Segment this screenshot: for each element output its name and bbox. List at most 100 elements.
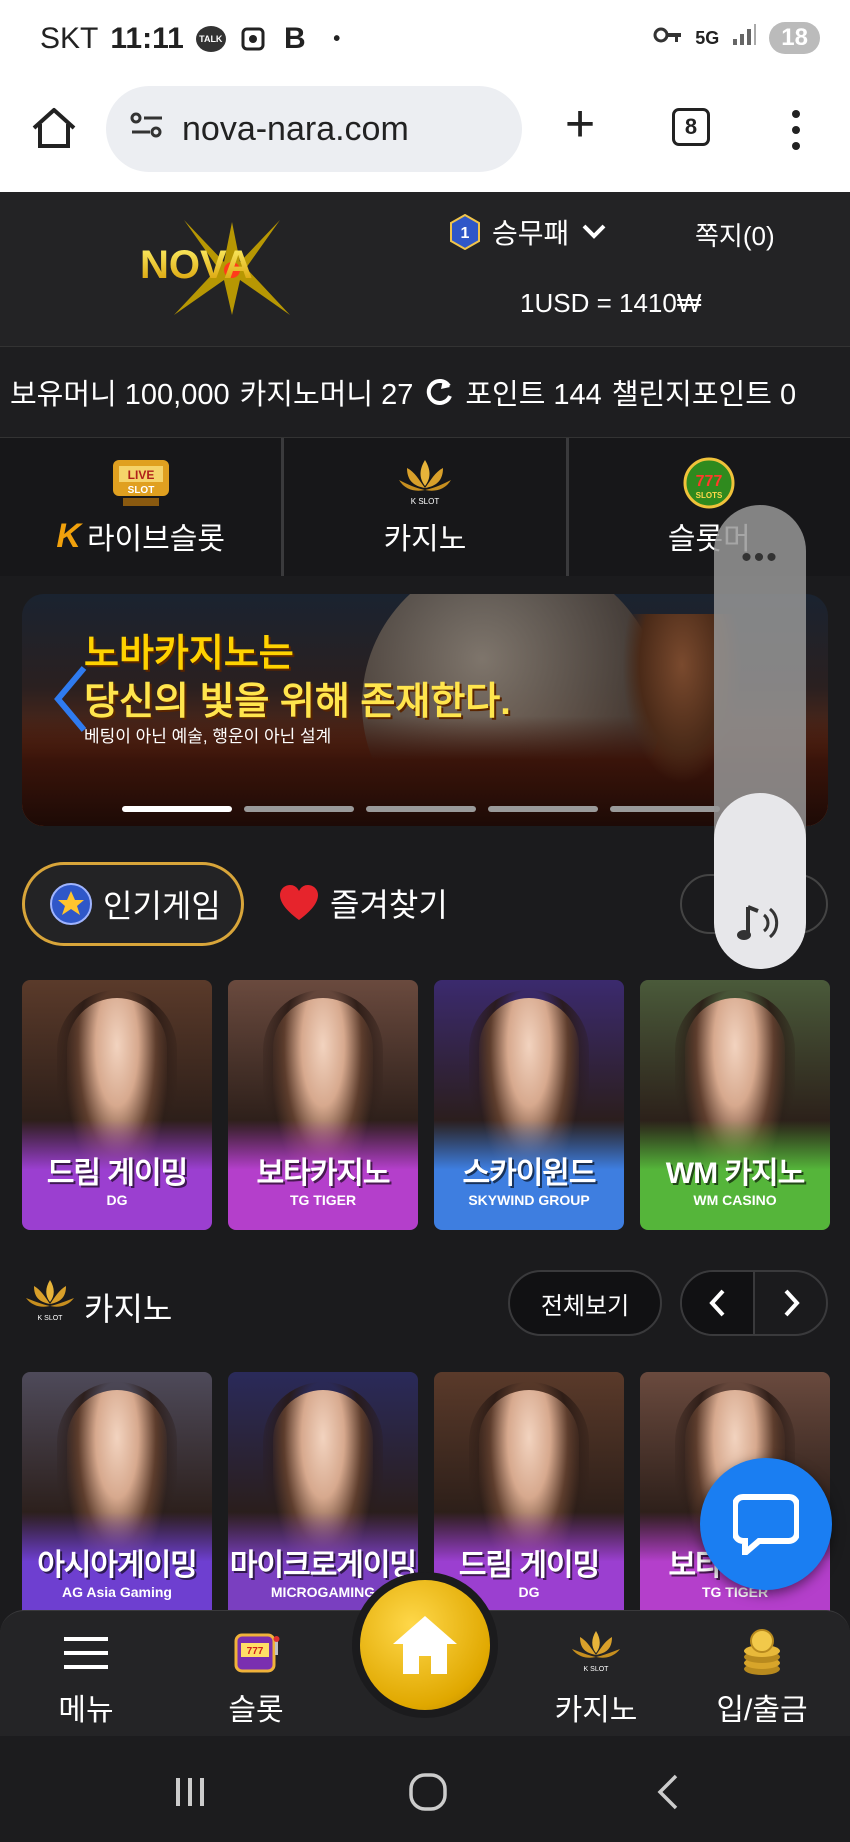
- game-name: 드림 게이밍: [458, 1549, 600, 1582]
- nav-casino[interactable]: K SLOT 카지노: [526, 1627, 666, 1729]
- carousel-prev-button[interactable]: [682, 1272, 755, 1334]
- section-title: 카지노: [84, 1291, 173, 1327]
- nav-deposit-withdraw[interactable]: 입/출금: [692, 1627, 832, 1729]
- game-provider-logo: SKYWIND GROUP: [468, 1192, 590, 1208]
- category-slots[interactable]: 777 SLOTS 슬롯머: [569, 438, 850, 576]
- game-name: 마이크로게이밍: [229, 1549, 417, 1582]
- svg-text:777: 777: [696, 473, 723, 490]
- banner-dot[interactable]: [366, 806, 476, 812]
- points-balance: 포인트 144: [465, 379, 602, 411]
- notification-dot-icon: •: [333, 27, 341, 50]
- category-live-slot[interactable]: LIVE SLOT K 라이브슬롯: [0, 438, 285, 576]
- banner-dot[interactable]: [610, 806, 720, 812]
- refresh-icon[interactable]: [423, 376, 455, 408]
- slot-machine-icon: 777: [234, 1633, 280, 1673]
- banner-subtitle: 베팅이 아닌 예술, 행운이 아닌 설계: [84, 727, 332, 746]
- system-nav-bar: [0, 1736, 850, 1842]
- game-card[interactable]: 아시아게이밍 AG Asia Gaming: [22, 1372, 212, 1622]
- casino-lotus-icon: K SLOT: [398, 460, 451, 506]
- back-icon[interactable]: [648, 1772, 688, 1812]
- game-provider-logo: TG TIGER: [701, 1584, 769, 1600]
- coins-icon: [744, 1629, 780, 1675]
- svg-text:SLOT: SLOT: [127, 485, 154, 496]
- game-provider-logo: TG TIGER: [289, 1192, 357, 1208]
- game-card[interactable]: 스카이윈드 SKYWIND GROUP: [434, 980, 624, 1230]
- nav-home-button[interactable]: [352, 1572, 498, 1718]
- browser-menu-button[interactable]: [784, 110, 808, 150]
- exchange-rate: 1USD = 1410₩: [520, 288, 702, 318]
- carousel-next-button[interactable]: [755, 1272, 826, 1334]
- game-provider-logo: DG: [106, 1192, 128, 1208]
- game-name: 아시아게이밍: [37, 1549, 198, 1582]
- address-bar[interactable]: nova-nara.com: [106, 86, 522, 172]
- tab-popular-games[interactable]: 인기게임: [22, 862, 244, 946]
- username: 승무패: [492, 218, 570, 249]
- battery-indicator: 18: [769, 22, 820, 54]
- banner-prev-arrow-icon[interactable]: [52, 664, 92, 734]
- nav-label: 카지노: [554, 1694, 638, 1727]
- clock: 11:11: [110, 22, 184, 55]
- casino-carousel-controls: [680, 1270, 828, 1336]
- chat-bubble-icon: [733, 1494, 799, 1555]
- nav-label: 메뉴: [58, 1694, 114, 1727]
- recent-apps-icon[interactable]: [170, 1772, 210, 1812]
- chevron-left-icon: [708, 1289, 724, 1317]
- logo-text: NOVA: [140, 243, 253, 287]
- svg-text:777: 777: [247, 1646, 264, 1657]
- nav-label: 입/출금: [716, 1694, 808, 1727]
- browser-home-button[interactable]: [28, 102, 80, 154]
- volume-slider[interactable]: •••: [714, 505, 806, 969]
- challenge-points-balance: 챌린지포인트 0: [611, 379, 797, 411]
- nav-menu[interactable]: 메뉴: [16, 1627, 156, 1729]
- k-brand-icon: K: [56, 516, 81, 555]
- casino-lotus-icon: K SLOT: [572, 1631, 620, 1673]
- game-card[interactable]: WM 카지노 WM CASINO: [640, 980, 830, 1230]
- hamburger-menu-icon: [64, 1637, 108, 1669]
- chevron-right-icon: [784, 1289, 800, 1317]
- game-name: WM 카지노: [665, 1157, 805, 1190]
- home-circle-icon[interactable]: [408, 1772, 448, 1812]
- game-card[interactable]: 보타카지노 TG TIGER: [228, 980, 418, 1230]
- browser-toolbar: nova-nara.com + 8: [0, 80, 850, 192]
- money-balance: 보유머니 100,000: [10, 379, 230, 411]
- tab-switcher-button[interactable]: 8: [672, 108, 710, 146]
- nova-logo[interactable]: NOVA: [140, 220, 325, 315]
- volume-more-icon[interactable]: •••: [714, 541, 806, 575]
- popular-games-list: 드림 게이밍 DG 보타카지노 TG TIGER 스카이윈드 SKYWIND GROUP W…: [22, 980, 830, 1230]
- game-name: 보타카지노: [256, 1157, 391, 1190]
- promo-banner[interactable]: 노바카지노는 당신의 빛을 위해 존재한다. 베팅이 아닌 예술, 행운이 아닌…: [22, 594, 828, 826]
- chevron-down-icon: [582, 224, 606, 239]
- tab-favorites[interactable]: 즐겨찾기: [278, 880, 448, 926]
- tab-label: 인기게임: [103, 888, 221, 924]
- game-name: 드림 게이밍: [46, 1157, 188, 1190]
- home-icon: [393, 1616, 457, 1674]
- banner-dot[interactable]: [244, 806, 354, 812]
- category-label: 카지노: [383, 523, 467, 556]
- media-volume-icon: [737, 905, 779, 940]
- chat-button[interactable]: [700, 1458, 832, 1590]
- heart-icon: [280, 885, 318, 920]
- casino-lotus-icon: K SLOT: [26, 1280, 74, 1322]
- messages-link[interactable]: 쪽지(0): [695, 216, 775, 253]
- casino-money-balance: 카지노머니 27: [239, 379, 414, 411]
- svg-text:LIVE: LIVE: [127, 468, 154, 482]
- category-casino[interactable]: K SLOT 카지노: [284, 438, 569, 576]
- banner-dot[interactable]: [488, 806, 598, 812]
- svg-text:SLOTS: SLOTS: [696, 491, 723, 500]
- network-5g-icon: 5G: [695, 27, 720, 48]
- site-settings-icon[interactable]: [130, 110, 164, 149]
- url-text: nova-nara.com: [182, 109, 409, 148]
- b-app-icon: B: [283, 22, 306, 55]
- game-card[interactable]: 드림 게이밍 DG: [22, 980, 212, 1230]
- user-level[interactable]: 1 승무패: [450, 212, 607, 252]
- game-tabs: 인기게임 즐겨찾기: [22, 862, 828, 946]
- banner-title: 노바카지노는 당신의 빛을 위해 존재한다.: [84, 633, 511, 723]
- game-provider-logo: AG Asia Gaming: [62, 1584, 172, 1600]
- view-all-button[interactable]: 전체보기: [508, 1270, 662, 1336]
- nav-slot[interactable]: 777 슬롯: [186, 1627, 326, 1729]
- key-icon: [653, 25, 683, 51]
- app-screen: SKT 11:11 TALK B • 5G 18 nova-nara.com +…: [0, 0, 850, 1842]
- new-tab-button[interactable]: +: [558, 98, 602, 150]
- level-badge-icon: 1: [450, 214, 480, 250]
- banner-dot[interactable]: [122, 806, 232, 812]
